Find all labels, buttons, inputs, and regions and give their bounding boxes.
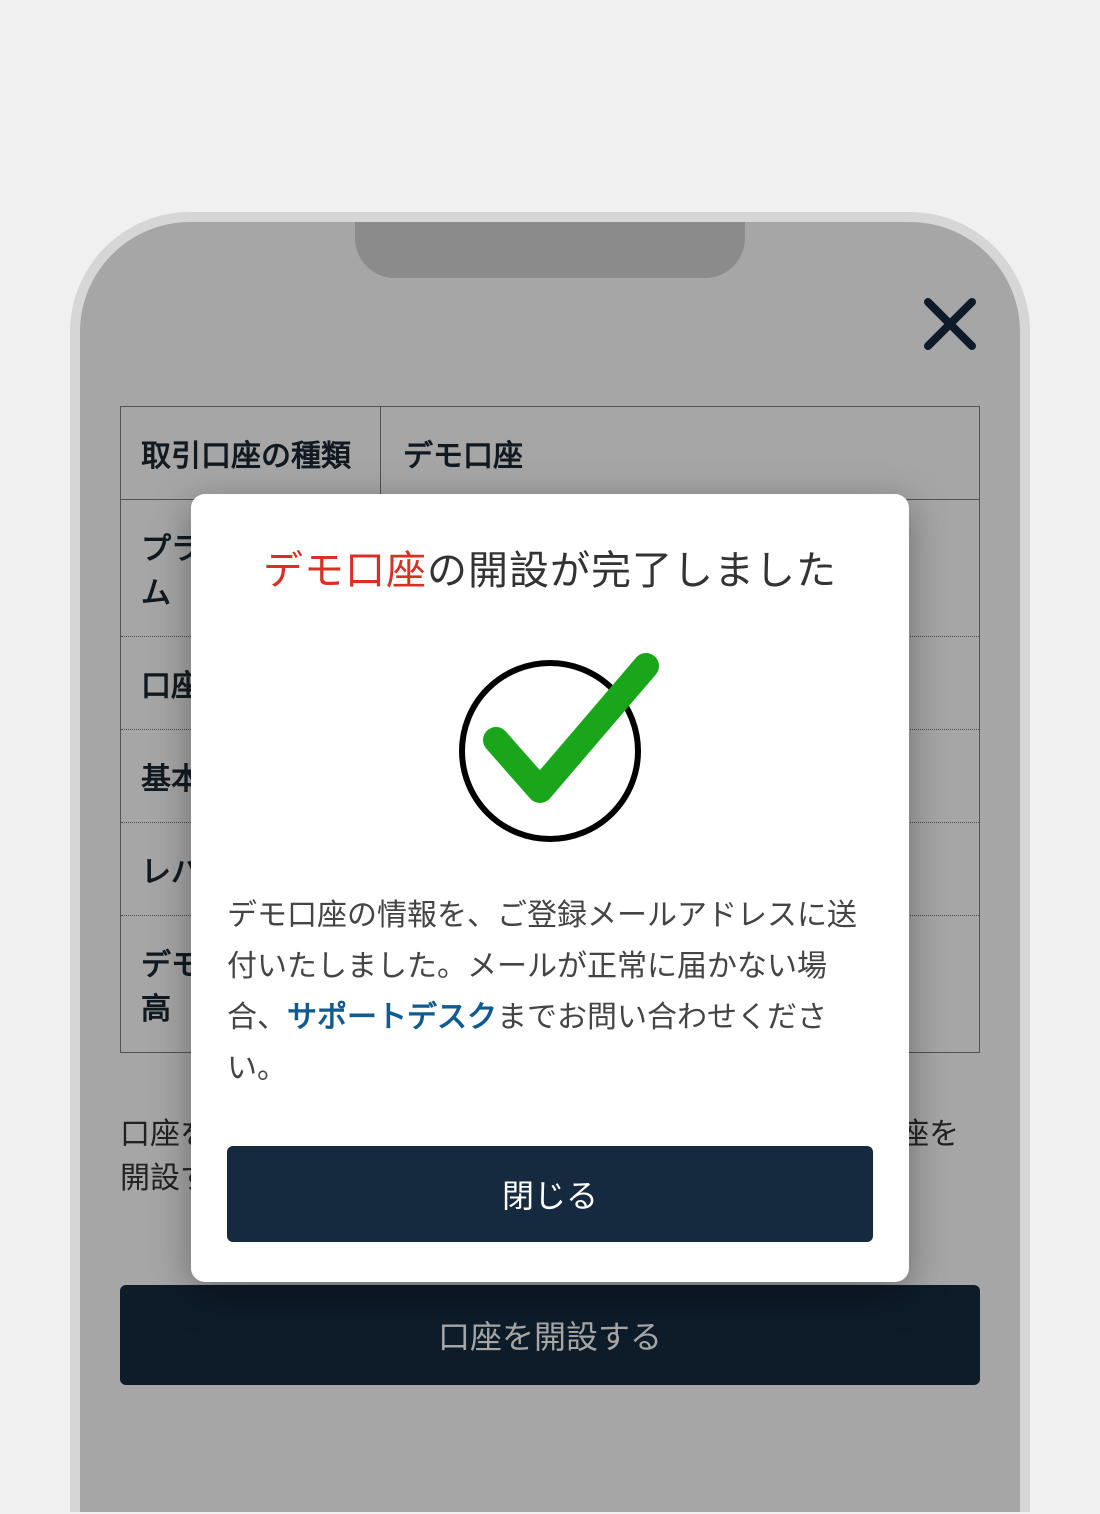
modal-close-button-label: 閉じる <box>502 1171 598 1217</box>
modal-title: デモ口座の開設が完了しました <box>227 538 873 596</box>
open-account-button-label: 口座を開設する <box>438 1312 662 1358</box>
table-head-label: 取引口座の種類 <box>121 407 381 499</box>
modal-close-button[interactable]: 閉じる <box>227 1146 873 1242</box>
open-account-button[interactable]: 口座を開設する <box>120 1285 980 1385</box>
support-desk-link[interactable]: サポートデスク <box>287 1001 497 1034</box>
table-head-row: 取引口座の種類 デモ口座 <box>121 407 979 500</box>
table-head-value: デモ口座 <box>381 407 979 499</box>
success-check-icon <box>227 636 873 846</box>
modal-title-rest: の開設が完了しました <box>427 549 837 593</box>
modal-body-text: デモ口座の情報を、ご登録メールアドレスに送付いたしました。メールが正常に届かない… <box>227 890 873 1094</box>
completion-modal: デモ口座の開設が完了しました デモ口座の情報を、ご登録メールアドレスに送付いたし… <box>191 494 909 1282</box>
modal-title-highlight: デモ口座 <box>263 549 427 593</box>
close-icon[interactable] <box>918 292 982 356</box>
